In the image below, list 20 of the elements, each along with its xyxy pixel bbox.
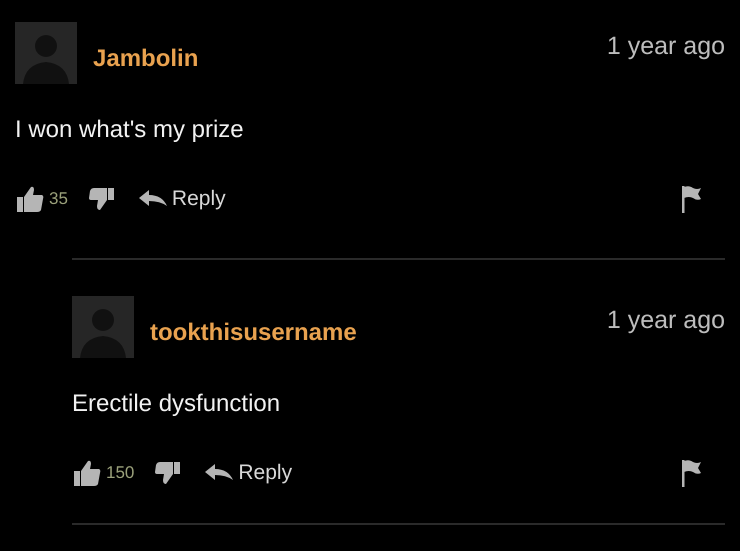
timestamp: 1 year ago: [606, 32, 725, 61]
avatar: [72, 296, 134, 358]
like-count: 150: [106, 463, 134, 483]
thumbs-down-icon[interactable]: [154, 460, 182, 486]
timestamp: 1 year ago: [606, 306, 725, 335]
reply-button[interactable]: Reply: [138, 187, 226, 211]
flag-icon[interactable]: [680, 459, 702, 487]
like-count: 35: [49, 189, 68, 209]
reply-arrow-icon: [138, 189, 168, 209]
username[interactable]: tookthisusername: [150, 319, 357, 347]
thumbs-up-icon[interactable]: [15, 185, 45, 213]
reply-button[interactable]: Reply: [204, 461, 292, 485]
thumbs-up-icon[interactable]: [72, 459, 102, 487]
flag-icon[interactable]: [680, 185, 702, 213]
thumbs-down-icon[interactable]: [88, 186, 116, 212]
avatar: [15, 22, 77, 84]
comment-text: Erectile dysfunction: [72, 390, 282, 418]
reply-arrow-icon: [204, 463, 234, 483]
username[interactable]: Jambolin: [93, 45, 198, 73]
comment-text: I won what's my prize: [15, 116, 245, 144]
